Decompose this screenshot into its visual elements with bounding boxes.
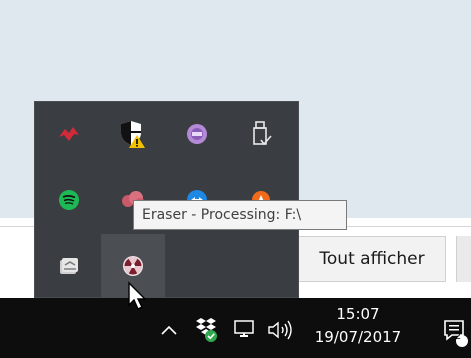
dropbox-sync-icon[interactable] xyxy=(191,314,221,344)
mouse-pointer-icon xyxy=(127,281,149,315)
dashlane-icon[interactable] xyxy=(37,102,101,166)
windows-defender-warning-icon[interactable] xyxy=(101,102,165,166)
tooltip-text: Eraser - Processing: F:\ xyxy=(142,207,302,223)
unknown-app-icon[interactable] xyxy=(165,102,229,166)
backup-drive-icon[interactable] xyxy=(37,234,101,298)
notification-count-badge: 2 xyxy=(454,331,462,342)
spotify-icon[interactable] xyxy=(37,168,101,232)
action-center-icon[interactable]: 2 xyxy=(438,316,471,350)
taskbar-clock[interactable]: 15:07 19/07/2017 xyxy=(308,303,408,355)
usb-eject-icon[interactable] xyxy=(229,102,293,166)
scroll-edge xyxy=(456,236,471,282)
clock-date: 19/07/2017 xyxy=(314,328,402,346)
chevron-up-icon[interactable] xyxy=(157,316,181,344)
show-all-button[interactable]: Tout afficher xyxy=(298,236,446,282)
clock-time: 15:07 xyxy=(336,305,380,323)
volume-icon[interactable] xyxy=(264,316,298,344)
eraser-tooltip: Eraser - Processing: F:\ xyxy=(133,200,347,230)
network-icon[interactable] xyxy=(230,316,260,344)
